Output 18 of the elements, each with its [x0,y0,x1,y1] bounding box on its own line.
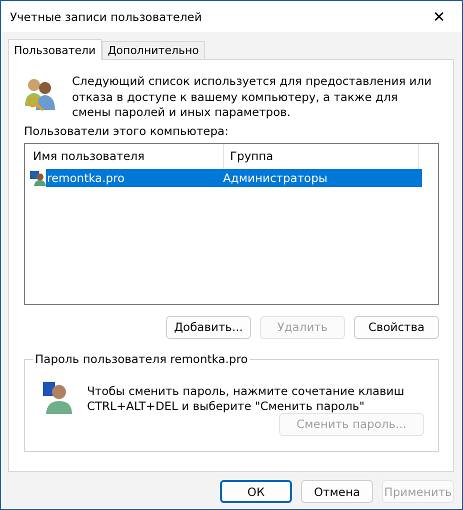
users-key-icon [24,76,58,112]
users-label: Пользователи этого компьютера: [24,124,230,138]
user-icon [30,170,46,186]
description-text: Следующий список используется для предоставления или отказа в доступе к вашему компьютеру, а также для смены паролей и иных параметров. [72,74,433,120]
window-title: Учетные записи пользователей [10,10,202,24]
tab[interactable]: Пользователи [8,39,102,60]
password-hint: Чтобы сменить пароль, нажмите сочетание клавиш CTRL+ALT+DEL и выберите "Сменить пароль" [87,384,406,414]
list-button[interactable]: Добавить... [166,316,251,338]
user-computer-icon [41,380,73,414]
user-row[interactable]: remontka.pro Администраторы [46,168,422,186]
table-cell: Администраторы [223,170,328,184]
tab[interactable]: Дополнительно [102,41,205,59]
group-title: Пароль пользователя remontka.pro [33,352,250,366]
close-button[interactable]: ✕ [416,2,462,32]
table-cell-text: remontka.pro [46,170,126,184]
dialog-button[interactable]: ОК [220,480,292,503]
dialog-button[interactable]: Отмена [301,480,373,503]
list-button[interactable]: Свойства [354,316,439,338]
